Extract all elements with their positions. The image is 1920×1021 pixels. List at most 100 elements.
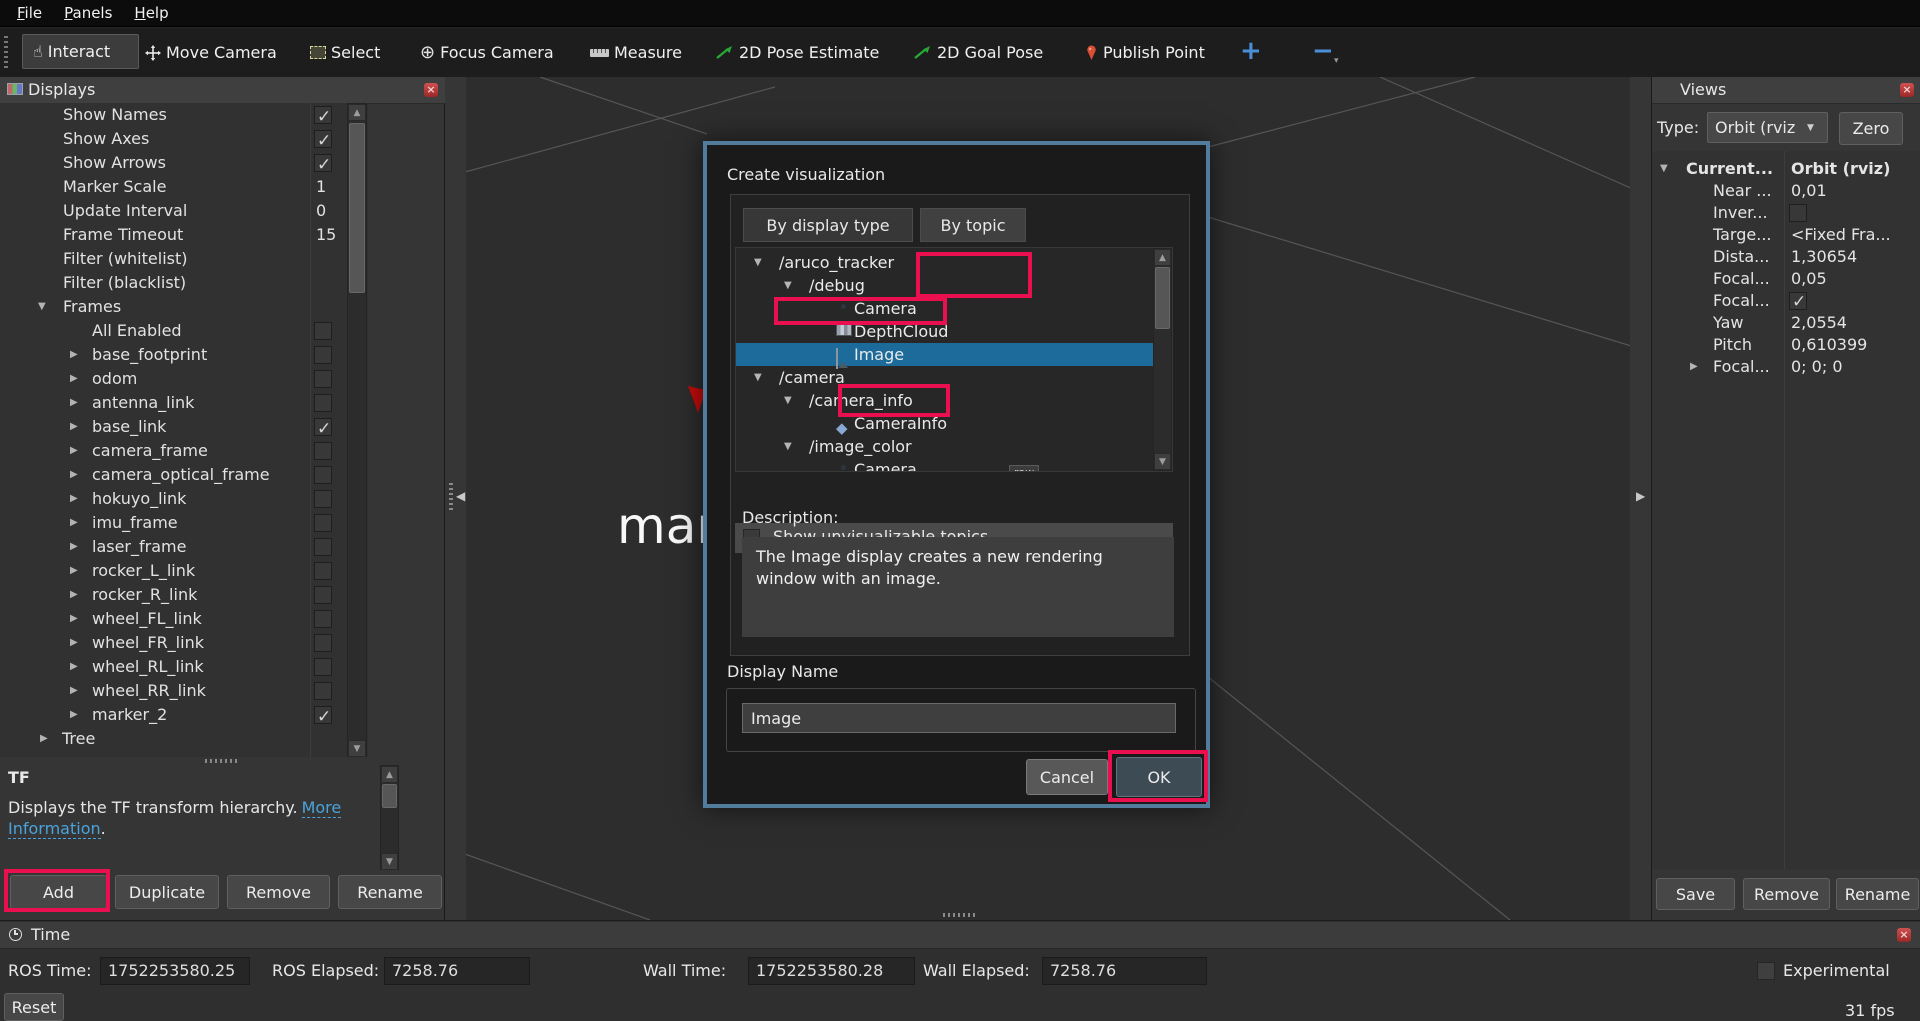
display-property-row[interactable]: Filter (whitelist) bbox=[0, 247, 346, 271]
tool-2d-goal-pose[interactable]: 2D Goal Pose bbox=[913, 28, 1043, 77]
chevron-right-icon[interactable]: ▶ bbox=[70, 487, 78, 511]
scroll-down-icon[interactable]: ▼ bbox=[348, 740, 366, 757]
property-checkbox[interactable] bbox=[314, 490, 332, 508]
property-checkbox[interactable] bbox=[314, 394, 332, 412]
rename-button[interactable]: Rename bbox=[338, 875, 442, 909]
tool-move-camera[interactable]: Move Camera bbox=[145, 28, 277, 77]
chevron-right-icon[interactable]: ▶ bbox=[70, 559, 78, 583]
reset-button[interactable]: Reset bbox=[4, 993, 64, 1021]
topic-row--camera[interactable]: ▼/camera bbox=[736, 366, 1154, 389]
view-property-value[interactable]: <Fixed Fra... bbox=[1791, 224, 1891, 246]
chevron-right-icon[interactable]: ▶ bbox=[70, 607, 78, 631]
property-checkbox[interactable] bbox=[314, 466, 332, 484]
topic-row-camera[interactable]: Cameraraw bbox=[736, 458, 1154, 472]
display-property-row[interactable]: ▶hokuyo_link bbox=[0, 487, 346, 511]
menu-item-help[interactable]: Help bbox=[123, 4, 179, 22]
views-property-list[interactable]: ▼Current...Orbit (rviz)Near ...0,01Inver… bbox=[1652, 151, 1920, 870]
scrollbar[interactable]: ▲ ▼ bbox=[1153, 248, 1172, 471]
view-property-row[interactable]: Pitch0,610399 bbox=[1652, 334, 1920, 356]
chevron-down-icon[interactable]: ▼ bbox=[754, 366, 762, 389]
chevron-down-icon[interactable]: ▼ bbox=[784, 389, 792, 412]
property-value[interactable]: 1 bbox=[316, 175, 326, 199]
display-property-row[interactable]: ▶rocker_L_link bbox=[0, 559, 346, 583]
chevron-right-icon[interactable]: ▶ bbox=[70, 511, 78, 535]
display-property-row[interactable]: ▶marker_2 bbox=[0, 703, 346, 727]
cancel-button[interactable]: Cancel bbox=[1026, 759, 1108, 795]
view-property-row[interactable]: ▶Focal...0; 0; 0 bbox=[1652, 356, 1920, 378]
chevron-right-icon[interactable]: ▶ bbox=[70, 535, 78, 559]
tab-by-topic[interactable]: By topic bbox=[920, 208, 1026, 242]
property-checkbox[interactable] bbox=[314, 418, 332, 436]
view-property-value[interactable]: 0,610399 bbox=[1791, 334, 1867, 356]
display-property-row[interactable]: Marker Scale1 bbox=[0, 175, 346, 199]
chevron-down-icon[interactable]: ▼ bbox=[38, 295, 46, 319]
property-checkbox[interactable] bbox=[314, 586, 332, 604]
display-property-row[interactable]: ▶base_footprint bbox=[0, 343, 346, 367]
transport-hint[interactable]: raw bbox=[1009, 465, 1039, 472]
scroll-up-icon[interactable]: ▲ bbox=[1154, 249, 1171, 266]
property-checkbox[interactable] bbox=[314, 682, 332, 700]
topic-tree[interactable]: ▼/aruco_tracker▼/debugCameraDepthCloudIm… bbox=[735, 247, 1173, 472]
add-tool-button[interactable]: + bbox=[1240, 26, 1262, 75]
property-checkbox[interactable] bbox=[314, 106, 332, 124]
display-property-row[interactable]: Frame Timeout15 bbox=[0, 223, 346, 247]
view-property-checkbox[interactable] bbox=[1789, 204, 1807, 222]
topic-row-camerainfo[interactable]: CameraInfo bbox=[736, 412, 1154, 435]
property-checkbox[interactable] bbox=[314, 370, 332, 388]
display-property-row[interactable]: ▶Tree bbox=[0, 727, 346, 751]
duplicate-button[interactable]: Duplicate bbox=[115, 875, 219, 909]
views-save-button[interactable]: Save bbox=[1656, 878, 1735, 910]
display-property-row[interactable]: Show Axes bbox=[0, 127, 346, 151]
tool-interact[interactable]: Interact bbox=[22, 34, 139, 69]
view-property-row[interactable]: Inver... bbox=[1652, 202, 1920, 224]
chevron-right-icon[interactable]: ▶ bbox=[70, 343, 78, 367]
display-name-input[interactable] bbox=[742, 703, 1176, 733]
property-checkbox[interactable] bbox=[314, 442, 332, 460]
view-property-row[interactable]: Yaw2,0554 bbox=[1652, 312, 1920, 334]
close-icon[interactable] bbox=[424, 83, 438, 97]
chevron-down-icon[interactable]: ▼ bbox=[784, 435, 792, 458]
chevron-right-icon[interactable]: ▶ bbox=[70, 439, 78, 463]
left-panel-splitter[interactable]: ◀ bbox=[445, 77, 466, 920]
display-property-row[interactable]: Show Arrows bbox=[0, 151, 346, 175]
property-checkbox[interactable] bbox=[314, 346, 332, 364]
display-property-row[interactable]: ▶wheel_FL_link bbox=[0, 607, 346, 631]
property-value[interactable]: 15 bbox=[316, 223, 336, 247]
chevron-right-icon[interactable]: ▶ bbox=[70, 583, 78, 607]
scroll-down-icon[interactable]: ▼ bbox=[381, 853, 398, 870]
property-checkbox[interactable] bbox=[314, 610, 332, 628]
display-property-row[interactable]: All Enabled bbox=[0, 319, 346, 343]
time-field-value[interactable]: 7258.76 bbox=[384, 957, 530, 985]
view-property-value[interactable]: 0,05 bbox=[1791, 268, 1827, 290]
scrollbar-thumb[interactable] bbox=[382, 784, 397, 808]
property-checkbox[interactable] bbox=[314, 538, 332, 556]
chevron-right-icon[interactable]: ▶ bbox=[70, 367, 78, 391]
view-property-checkbox[interactable] bbox=[1789, 292, 1807, 310]
chevron-right-icon[interactable]: ▶ bbox=[70, 679, 78, 703]
chevron-right-icon[interactable]: ▶ bbox=[70, 415, 78, 439]
property-checkbox[interactable] bbox=[314, 658, 332, 676]
view-property-value[interactable]: 0,01 bbox=[1791, 180, 1827, 202]
display-property-row[interactable]: ▶laser_frame bbox=[0, 535, 346, 559]
view-property-value[interactable]: 2,0554 bbox=[1791, 312, 1847, 334]
display-property-row[interactable]: ▶wheel_RL_link bbox=[0, 655, 346, 679]
tool-2d-pose-estimate[interactable]: 2D Pose Estimate bbox=[715, 28, 879, 77]
scroll-down-icon[interactable]: ▼ bbox=[1154, 453, 1171, 470]
display-property-row[interactable]: ▶camera_optical_frame bbox=[0, 463, 346, 487]
panel-splitter[interactable] bbox=[0, 757, 445, 765]
close-icon[interactable] bbox=[1900, 83, 1914, 97]
time-field-value[interactable]: 1752253580.25 bbox=[100, 957, 250, 985]
scrollbar-thumb[interactable] bbox=[349, 123, 365, 293]
view-property-row[interactable]: Near ...0,01 bbox=[1652, 180, 1920, 202]
toolbar-grip[interactable] bbox=[4, 36, 8, 70]
display-property-row[interactable]: ▶antenna_link bbox=[0, 391, 346, 415]
display-property-row[interactable]: ▶camera_frame bbox=[0, 439, 346, 463]
menu-item-file[interactable]: File bbox=[6, 4, 53, 22]
display-property-row[interactable]: ▼Frames bbox=[0, 295, 346, 319]
right-panel-splitter[interactable]: ▶ bbox=[1630, 77, 1651, 920]
tool-select[interactable]: Select bbox=[310, 28, 380, 77]
chevron-right-icon[interactable]: ▶ bbox=[70, 391, 78, 415]
topic-row-image[interactable]: Image bbox=[736, 343, 1154, 366]
topic-row--aruco-tracker[interactable]: ▼/aruco_tracker bbox=[736, 251, 1154, 274]
add-button[interactable]: Add bbox=[10, 875, 107, 909]
